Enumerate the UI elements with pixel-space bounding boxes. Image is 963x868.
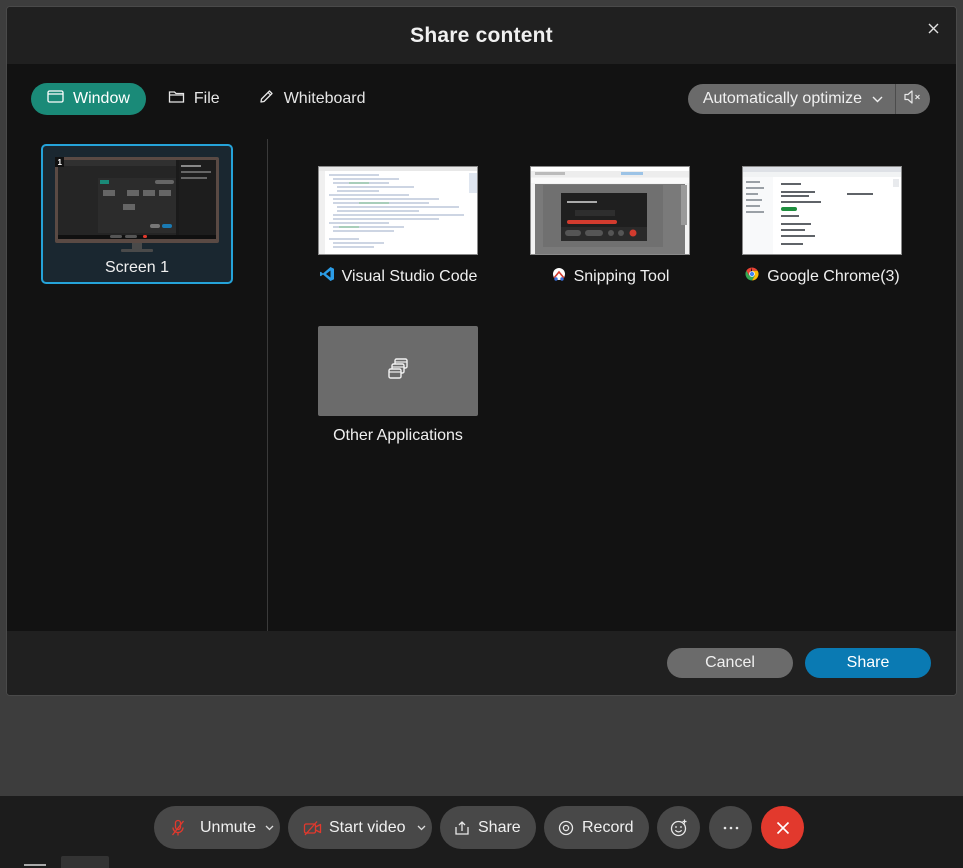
microphone-muted-icon	[170, 819, 186, 837]
chevron-down-icon[interactable]	[265, 820, 274, 834]
more-options-button[interactable]	[709, 806, 752, 849]
screen-1-label: Screen 1	[104, 259, 170, 276]
tab-window-label: Window	[73, 90, 130, 107]
screen-1-option[interactable]: 1 1 Screen 1	[41, 144, 233, 284]
unmute-label: Unmute	[200, 818, 257, 836]
reactions-button[interactable]	[657, 806, 700, 849]
record-icon	[558, 820, 574, 836]
app-thumbnail	[318, 326, 478, 416]
emoji-reaction-icon	[669, 818, 689, 838]
svg-text:1: 1	[58, 158, 63, 167]
share-content-dialog: Share content Window File Whiteboard Aut…	[6, 6, 957, 696]
share-upload-icon	[454, 820, 470, 836]
camera-off-icon	[303, 820, 323, 836]
record-label: Record	[582, 818, 634, 836]
app-label-other-applications: Other Applications	[333, 427, 463, 444]
screen-preview-thumbnail: 1	[55, 157, 219, 252]
start-video-label: Start video	[329, 818, 406, 836]
share-button[interactable]: Share	[805, 648, 931, 678]
more-horizontal-icon	[722, 826, 740, 830]
dialog-footer: Cancel Share	[7, 631, 956, 695]
app-label-snipping-tool: Snipping Tool	[573, 267, 670, 285]
window-icon	[47, 89, 64, 109]
cancel-button[interactable]: Cancel	[667, 648, 793, 678]
app-label-google-chrome: Google Chrome(3)	[767, 267, 900, 285]
share-source-area: 1 1 Screen 1	[7, 139, 956, 633]
app-thumbnail	[530, 166, 690, 255]
snipping-tool-icon	[551, 266, 567, 287]
close-icon[interactable]	[924, 19, 942, 37]
chevron-down-icon[interactable]	[417, 820, 426, 834]
optimize-selected-value: Automatically optimize	[702, 90, 862, 107]
app-thumbnail	[742, 166, 902, 255]
tab-file-label: File	[193, 90, 220, 107]
leave-meeting-button[interactable]	[761, 806, 804, 849]
start-video-button[interactable]: Start video	[288, 806, 432, 849]
share-audio-mute-button[interactable]	[896, 84, 930, 114]
other-apps-icon	[386, 357, 410, 386]
folder-icon	[168, 89, 185, 109]
app-label-vscode: Visual Studio Code	[341, 267, 478, 285]
share-type-toolbar: Window File Whiteboard Automatically opt…	[31, 83, 930, 115]
meeting-controls-bar: Unmute Start video Share Record	[0, 796, 963, 868]
dialog-title: Share content	[410, 23, 553, 47]
app-other-applications[interactable]: Other Applications	[318, 326, 478, 445]
tab-whiteboard-label: Whiteboard	[283, 90, 366, 107]
share-meeting-button[interactable]: Share	[440, 806, 536, 849]
app-snipping-tool[interactable]: Snipping Tool	[530, 166, 690, 287]
close-icon	[776, 821, 790, 835]
speaker-muted-icon	[903, 89, 923, 110]
pencil-icon	[258, 89, 275, 109]
optimize-dropdown[interactable]: Automatically optimize	[688, 84, 895, 114]
tab-window[interactable]: Window	[31, 83, 146, 115]
record-button[interactable]: Record	[544, 806, 649, 849]
app-visual-studio-code[interactable]: Visual Studio Code	[318, 166, 478, 287]
taskbar-indicator	[24, 864, 46, 866]
tab-whiteboard[interactable]: Whiteboard	[242, 83, 382, 115]
tab-file[interactable]: File	[152, 83, 236, 115]
unmute-button[interactable]: Unmute	[154, 806, 280, 849]
chrome-icon	[744, 266, 760, 287]
chevron-down-icon	[872, 90, 883, 108]
app-google-chrome[interactable]: Google Chrome(3)	[742, 166, 902, 287]
app-thumbnail	[318, 166, 478, 255]
vertical-divider	[267, 139, 268, 633]
optimize-control: Automatically optimize	[687, 84, 930, 114]
dialog-header: Share content	[7, 7, 956, 64]
vscode-icon	[319, 266, 335, 287]
taskbar-thumbnail	[61, 856, 109, 868]
share-meeting-label: Share	[478, 818, 521, 836]
